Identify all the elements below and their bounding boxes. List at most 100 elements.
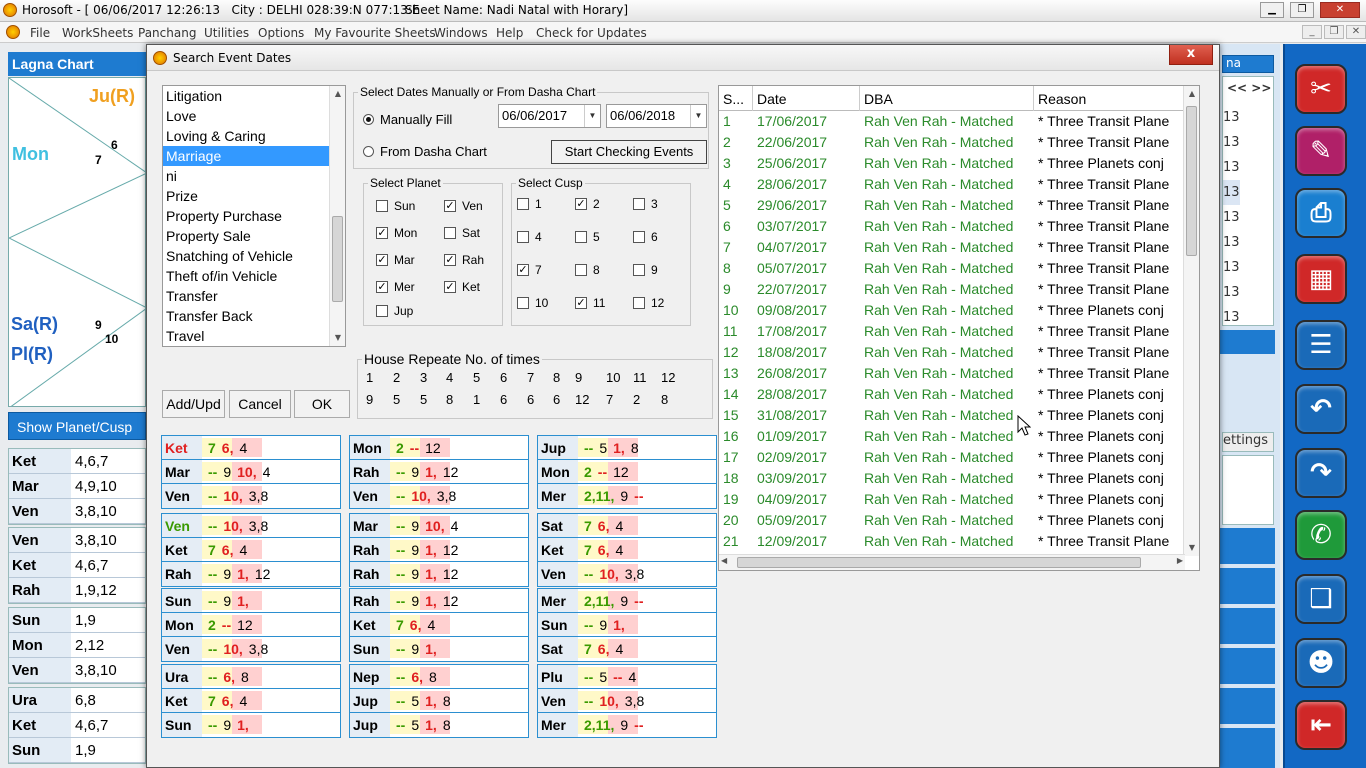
list-item[interactable]: Marriage bbox=[163, 146, 330, 166]
table-row[interactable]: 11 17/08/2017 Rah Ven Rah - Matched * Three… bbox=[719, 323, 1184, 344]
list-item[interactable]: Transfer Back bbox=[163, 306, 330, 326]
cusp-checkbox-6[interactable] bbox=[633, 231, 645, 243]
close-button[interactable]: ✕ bbox=[1320, 2, 1360, 18]
table-row[interactable]: 4 28/06/2017 Rah Ven Rah - Matched * Three … bbox=[719, 176, 1184, 197]
results-hscrollbar[interactable]: ◀ ▶ bbox=[719, 554, 1185, 570]
minimize-button[interactable]: ▁ bbox=[1260, 2, 1284, 18]
document-icon[interactable]: ☰ bbox=[1295, 320, 1347, 370]
menu-favourite-sheets[interactable]: My Favourite Sheets bbox=[314, 26, 436, 40]
bg-nav-arrows[interactable]: << >> bbox=[1227, 81, 1271, 95]
list-item[interactable]: Love bbox=[163, 106, 330, 126]
table-row[interactable]: 15 31/08/2017 Rah Ven Rah - Matched * Three… bbox=[719, 407, 1184, 428]
dialog-close-button[interactable]: x bbox=[1169, 45, 1213, 65]
menu-options[interactable]: Options bbox=[258, 26, 304, 40]
planet-checkbox-mar[interactable]: ✓ bbox=[376, 254, 388, 266]
add-update-button[interactable]: Add/Upd bbox=[162, 390, 225, 418]
table-row[interactable]: 6 03/07/2017 Rah Ven Rah - Matched * Three … bbox=[719, 218, 1184, 239]
event-list[interactable]: Litigation Love Loving & Caring Marriage ni P… bbox=[162, 85, 346, 347]
list-item[interactable]: Travel bbox=[163, 326, 330, 346]
menu-panchang[interactable]: Panchang bbox=[138, 26, 196, 40]
table-row[interactable]: 21 12/09/2017 Rah Ven Rah - Matched * Three… bbox=[719, 533, 1184, 554]
table-row[interactable]: 1 17/06/2017 Rah Ven Rah - Matched * Three … bbox=[719, 113, 1184, 134]
list-item[interactable]: Property Purchase bbox=[163, 206, 330, 226]
menu-utilities[interactable]: Utilities bbox=[204, 26, 249, 40]
list-item[interactable]: ni bbox=[163, 166, 330, 186]
bg-settings-tab[interactable]: ettings bbox=[1222, 432, 1274, 452]
show-planet-cusp-button[interactable]: Show Planet/Cusp bbox=[8, 412, 146, 440]
table-row[interactable]: 20 05/09/2017 Rah Ven Rah - Matched * Three… bbox=[719, 512, 1184, 533]
scroll-right-icon[interactable]: ▶ bbox=[1177, 556, 1183, 565]
table-row[interactable]: 17 02/09/2017 Rah Ven Rah - Matched * Three… bbox=[719, 449, 1184, 470]
list-item[interactable]: Transfer bbox=[163, 286, 330, 306]
scroll-up-icon[interactable]: ▲ bbox=[330, 86, 345, 102]
cusp-checkbox-12[interactable] bbox=[633, 297, 645, 309]
cusp-checkbox-1[interactable] bbox=[517, 198, 529, 210]
event-list-scrollbar[interactable]: ▲ ▼ bbox=[329, 86, 345, 346]
list-item[interactable]: Loving & Caring bbox=[163, 126, 330, 146]
list-item[interactable]: Prize bbox=[163, 186, 330, 206]
cusp-checkbox-10[interactable] bbox=[517, 297, 529, 309]
table-row[interactable]: 16 01/09/2017 Rah Ven Rah - Matched * Three… bbox=[719, 428, 1184, 449]
mdi-restore-button[interactable]: ❐ bbox=[1324, 25, 1344, 39]
scroll-left-icon[interactable]: ◀ bbox=[721, 556, 727, 565]
mdi-minimize-button[interactable]: _ bbox=[1302, 25, 1322, 39]
table-row[interactable]: 18 03/09/2017 Rah Ven Rah - Matched * Three… bbox=[719, 470, 1184, 491]
tools-icon[interactable]: ✂ bbox=[1295, 64, 1347, 114]
forward-arrow-icon[interactable]: ↷ bbox=[1295, 448, 1347, 498]
exit-icon[interactable]: ⇤ bbox=[1295, 700, 1347, 750]
back-arrow-icon[interactable]: ↶ bbox=[1295, 384, 1347, 434]
planet-checkbox-rah[interactable]: ✓ bbox=[444, 254, 456, 266]
whatsapp-icon[interactable]: ✆ bbox=[1295, 510, 1347, 560]
planet-checkbox-sat[interactable] bbox=[444, 227, 456, 239]
list-item[interactable]: Theft of/in Vehicle bbox=[163, 266, 330, 286]
table-row[interactable]: 7 04/07/2017 Rah Ven Rah - Matched * Three … bbox=[719, 239, 1184, 260]
maximize-button[interactable]: ❐ bbox=[1290, 2, 1314, 18]
col-dba[interactable]: DBA bbox=[860, 86, 1034, 111]
table-row[interactable]: 9 22/07/2017 Rah Ven Rah - Matched * Three … bbox=[719, 281, 1184, 302]
menu-app-icon[interactable] bbox=[6, 25, 20, 39]
planet-checkbox-jup[interactable] bbox=[376, 305, 388, 317]
cusp-checkbox-3[interactable] bbox=[633, 198, 645, 210]
ok-button[interactable]: OK bbox=[294, 390, 350, 418]
table-row[interactable]: 10 09/08/2017 Rah Ven Rah - Matched * Three… bbox=[719, 302, 1184, 323]
cusp-checkbox-2[interactable]: ✓ bbox=[575, 198, 587, 210]
hscroll-thumb[interactable] bbox=[737, 557, 1141, 568]
chevron-down-icon[interactable]: ▼ bbox=[584, 105, 600, 127]
scroll-thumb[interactable] bbox=[332, 216, 343, 302]
manually-fill-radio[interactable] bbox=[363, 114, 374, 125]
col-date[interactable]: Date bbox=[753, 86, 860, 111]
date-to-picker[interactable]: 06/06/2018 ▼ bbox=[606, 104, 707, 128]
people-icon[interactable]: ☻ bbox=[1295, 638, 1347, 688]
cusp-checkbox-4[interactable] bbox=[517, 231, 529, 243]
calendar-icon[interactable]: ▦ bbox=[1295, 254, 1347, 304]
print-icon[interactable]: ⎙ bbox=[1295, 188, 1347, 238]
planet-checkbox-sun[interactable] bbox=[376, 200, 388, 212]
dasha-chart-radio[interactable] bbox=[363, 146, 374, 157]
list-item[interactable]: Property Sale bbox=[163, 226, 330, 246]
cusp-checkbox-8[interactable] bbox=[575, 264, 587, 276]
planet-checkbox-ket[interactable]: ✓ bbox=[444, 281, 456, 293]
planet-checkbox-ven[interactable]: ✓ bbox=[444, 200, 456, 212]
cusp-checkbox-5[interactable] bbox=[575, 231, 587, 243]
cusp-checkbox-7[interactable]: ✓ bbox=[517, 264, 529, 276]
chevron-down-icon[interactable]: ▼ bbox=[690, 105, 706, 127]
table-row[interactable]: 12 18/08/2017 Rah Ven Rah - Matched * Three… bbox=[719, 344, 1184, 365]
cusp-checkbox-11[interactable]: ✓ bbox=[575, 297, 587, 309]
menu-worksheets[interactable]: WorkSheets bbox=[62, 26, 133, 40]
book-icon[interactable]: ❑ bbox=[1295, 574, 1347, 624]
menu-file[interactable]: File bbox=[30, 26, 50, 40]
scroll-down-icon[interactable]: ▼ bbox=[330, 330, 345, 346]
scroll-down-icon[interactable]: ▼ bbox=[1184, 540, 1199, 556]
table-row[interactable]: 13 26/08/2017 Rah Ven Rah - Matched * Three… bbox=[719, 365, 1184, 386]
menu-check-updates[interactable]: Check for Updates bbox=[536, 26, 647, 40]
col-reason[interactable]: Reason bbox=[1034, 86, 1184, 111]
planet-checkbox-mer[interactable]: ✓ bbox=[376, 281, 388, 293]
table-row[interactable]: 3 25/06/2017 Rah Ven Rah - Matched * Three … bbox=[719, 155, 1184, 176]
list-item[interactable]: Snatching of Vehicle bbox=[163, 246, 330, 266]
menu-windows[interactable]: Windows bbox=[434, 26, 488, 40]
results-table[interactable]: S... Date DBA Reason 1 17/06/2017 Rah Ven … bbox=[718, 85, 1200, 571]
results-vscrollbar[interactable]: ▲ ▼ bbox=[1183, 86, 1199, 556]
cancel-button[interactable]: Cancel bbox=[229, 390, 291, 418]
mdi-close-button[interactable]: ✕ bbox=[1346, 25, 1366, 39]
table-row[interactable]: 5 29/06/2017 Rah Ven Rah - Matched * Three … bbox=[719, 197, 1184, 218]
